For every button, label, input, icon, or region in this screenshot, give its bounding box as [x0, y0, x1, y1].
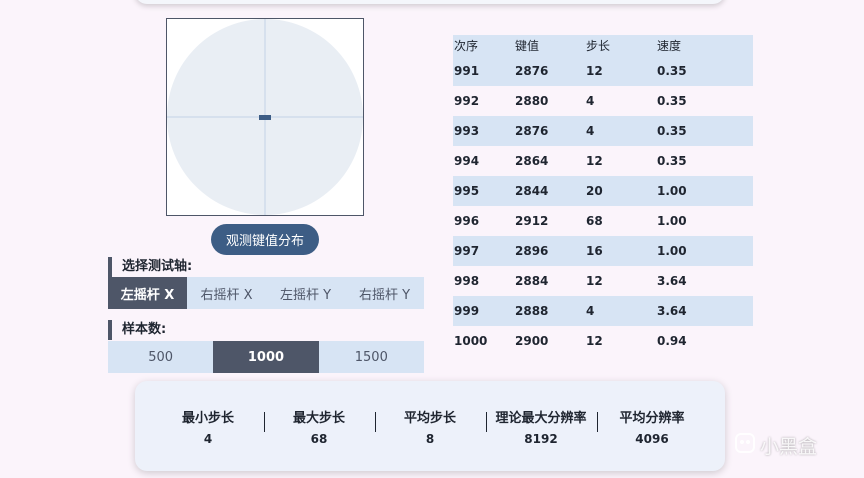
table-row: 994 2864 12 0.35: [453, 146, 753, 176]
cell-key-value: 2844: [514, 176, 585, 206]
cell-step: 4: [585, 116, 656, 146]
stat-value: 4: [203, 431, 213, 446]
sample-option-1500[interactable]: 1500: [318, 341, 424, 373]
cell-order: 997: [453, 236, 514, 266]
stat-value: 68: [310, 431, 328, 446]
cell-speed: 1.00: [657, 214, 687, 228]
cell-key-value: 2896: [514, 236, 585, 266]
stat-avg-resolution: 平均分辨率 4096: [596, 407, 708, 446]
table-row: 992 2880 4 0.35: [453, 86, 753, 116]
axis-option-right-x[interactable]: 右摇杆 X: [187, 277, 266, 309]
table-row: 991 2876 12 0.35: [453, 56, 753, 86]
cell-speed: 0.35: [657, 94, 687, 108]
header-key-value: 键值: [514, 35, 585, 56]
stat-label: 理论最大分辨率: [495, 410, 587, 426]
cell-key-value: 2876: [514, 56, 585, 86]
header-order: 次序: [453, 35, 514, 56]
header-speed: 速度: [656, 35, 753, 56]
cell-order: 999: [453, 296, 514, 326]
axis-option-right-y[interactable]: 右摇杆 Y: [345, 277, 424, 309]
cell-speed: 1.00: [656, 236, 753, 266]
sample-option-500[interactable]: 500: [108, 341, 214, 373]
cell-step: 16: [585, 236, 656, 266]
axis-option-left-x[interactable]: 左摇杆 X: [108, 277, 187, 309]
table-header-row: 次序 键值 步长 速度: [453, 35, 753, 56]
key-value-table: 次序 键值 步长 速度 991 2876 12 0.35 992 2880 4 …: [453, 35, 753, 356]
cell-step: 4: [585, 296, 656, 326]
cell-speed: 0.35: [657, 154, 687, 168]
stat-theoretical-max-resolution: 理论最大分辨率 8192: [485, 407, 597, 446]
table-row: 998 2884 12 3.64: [453, 266, 753, 296]
cell-order: 992: [454, 94, 480, 108]
heybox-logo-icon: [734, 432, 756, 459]
table-row: 993 2876 4 0.35: [453, 116, 753, 146]
cell-key-value: 2880: [515, 94, 549, 108]
cell-key-value: 2912: [515, 214, 549, 228]
cell-key-value: 2900: [515, 334, 549, 348]
watermark: 小黑盒: [734, 432, 817, 459]
cell-step: 12: [586, 154, 603, 168]
cell-order: 994: [454, 154, 480, 168]
axis-option-left-y[interactable]: 左摇杆 Y: [266, 277, 345, 309]
cell-speed: 0.94: [657, 334, 687, 348]
cell-speed: 0.35: [656, 116, 753, 146]
cell-order: 993: [453, 116, 514, 146]
sample-option-1000[interactable]: 1000: [213, 341, 319, 373]
cell-key-value: 2876: [514, 116, 585, 146]
cell-order: 991: [453, 56, 514, 86]
stat-label: 最小步长: [181, 410, 234, 426]
cell-order: 1000: [454, 334, 488, 348]
cell-step: 68: [586, 214, 603, 228]
axis-selector: 左摇杆 X 右摇杆 X 左摇杆 Y 右摇杆 Y: [108, 277, 424, 309]
sample-count-selector: 500 1000 1500: [108, 341, 424, 373]
cell-order: 996: [454, 214, 480, 228]
table-row: 996 2912 68 1.00: [453, 206, 753, 236]
axis-section-label: 选择测试轴:: [108, 257, 192, 277]
stat-value: 4096: [635, 431, 669, 446]
cell-key-value: 2888: [514, 296, 585, 326]
stat-label: 平均分辨率: [619, 410, 685, 426]
watermark-text: 小黑盒: [760, 436, 818, 458]
cell-speed: 1.00: [656, 176, 753, 206]
stat-min-step: 最小步长 4: [153, 407, 264, 446]
cell-step: 4: [586, 94, 595, 108]
key-distribution-plot: [166, 18, 364, 216]
table-row: 1000 2900 12 0.94: [453, 326, 753, 356]
cell-step: 12: [585, 56, 656, 86]
cell-step: 12: [586, 274, 603, 288]
cell-speed: 3.64: [657, 274, 687, 288]
table-row: 997 2896 16 1.00: [453, 236, 753, 266]
cell-order: 995: [453, 176, 514, 206]
stat-value: 8: [425, 431, 435, 446]
key-value-marker: [259, 115, 271, 120]
cell-speed: 0.35: [656, 56, 753, 86]
cell-step: 12: [586, 334, 603, 348]
stat-label: 平均步长: [403, 410, 456, 426]
stat-label: 最大步长: [292, 410, 345, 426]
cell-order: 998: [454, 274, 480, 288]
cell-key-value: 2884: [515, 274, 549, 288]
top-card: [135, 0, 725, 4]
stats-summary-card: 最小步长 4 最大步长 68 平均步长 8 理论最大分辨率 8192 平均分辨率…: [135, 381, 725, 471]
cell-key-value: 2864: [515, 154, 549, 168]
stat-avg-step: 平均步长 8: [374, 407, 486, 446]
cell-speed: 3.64: [656, 296, 753, 326]
stat-value: 8192: [524, 431, 558, 446]
cell-step: 20: [585, 176, 656, 206]
table-row: 999 2888 4 3.64: [453, 296, 753, 326]
table-row: 995 2844 20 1.00: [453, 176, 753, 206]
sample-section-label: 样本数:: [108, 320, 166, 340]
stat-max-step: 最大步长 68: [263, 407, 375, 446]
header-step: 步长: [585, 35, 656, 56]
observe-distribution-button[interactable]: 观测键值分布: [211, 224, 319, 255]
